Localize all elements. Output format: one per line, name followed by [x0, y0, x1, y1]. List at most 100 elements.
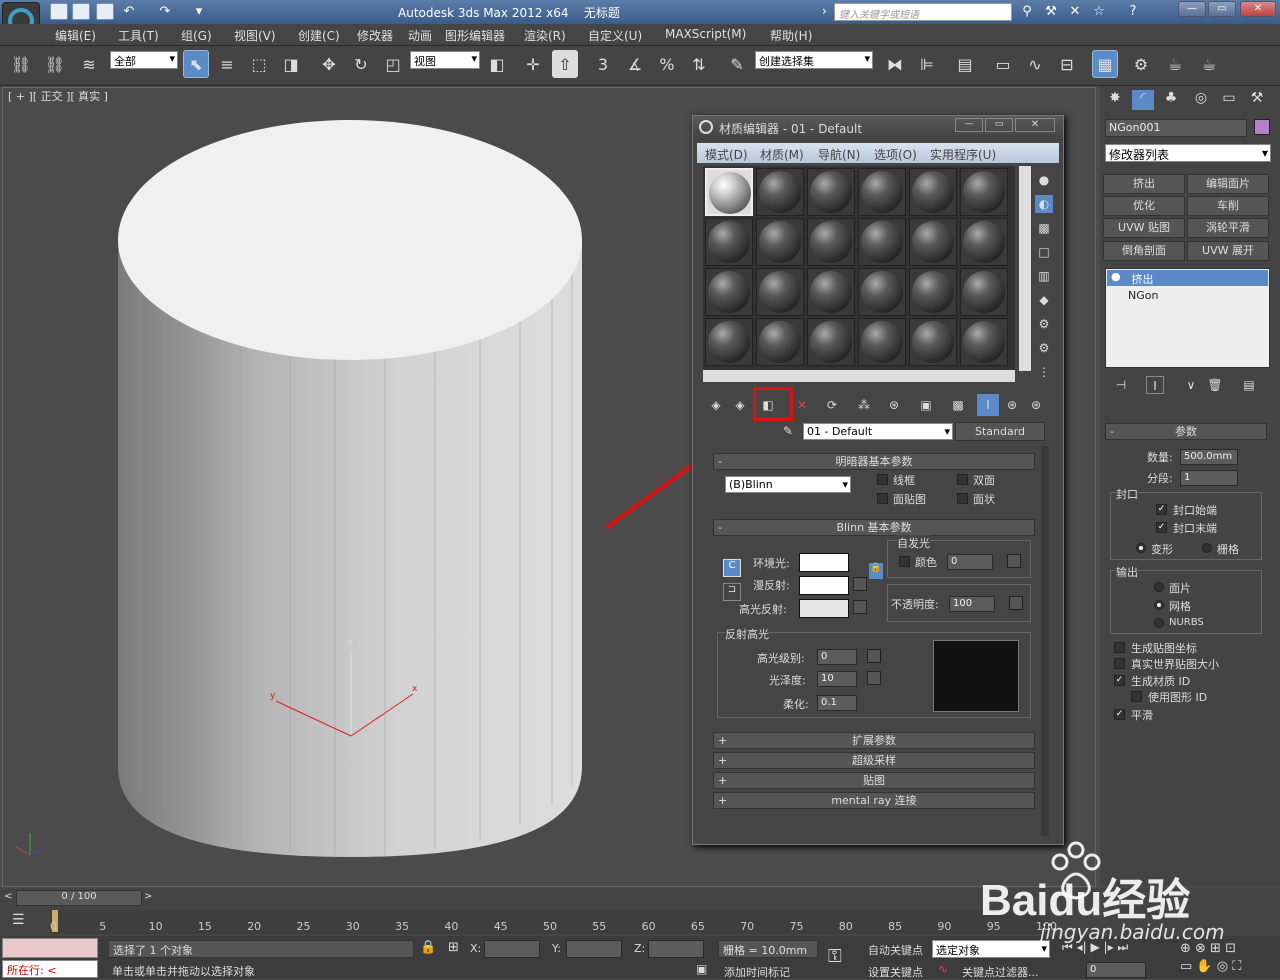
shader-type-select[interactable]: (B)Blinn ▾ [725, 476, 851, 493]
material-editor-icon[interactable]: ▦ [1092, 50, 1118, 78]
time-slider-next-icon[interactable]: > [144, 891, 154, 905]
maximize-button[interactable]: ▭ [1208, 1, 1236, 17]
modify-tab-icon[interactable]: ◜ [1132, 90, 1154, 110]
material-sample-slot[interactable] [807, 218, 855, 266]
morph-radio[interactable] [1136, 543, 1146, 553]
object-name-field[interactable]: NGon001 [1105, 119, 1247, 137]
select-by-material-icon[interactable]: ⚙ [1035, 339, 1053, 357]
z-coord-field[interactable] [648, 940, 704, 958]
search-input[interactable]: 键入关键字或短语 [834, 3, 1012, 21]
parameters-rollout-header[interactable]: - 参数 [1105, 423, 1267, 440]
menu-graph-editors[interactable]: 图形编辑器 [445, 27, 505, 44]
maps-rollout[interactable]: + 贴图 [713, 772, 1035, 789]
glossiness-spinner[interactable]: 10 [817, 671, 857, 687]
spinner-snap-icon[interactable]: ⇅ [686, 50, 712, 78]
time-tag-icon[interactable]: ▣ [696, 962, 714, 978]
go-to-parent-icon[interactable]: Ι [977, 394, 999, 416]
menu-rendering[interactable]: 渲染(R) [524, 27, 566, 44]
scale-icon[interactable]: ◰ [380, 50, 406, 78]
window-crossing-icon[interactable]: ◨ [278, 50, 304, 78]
pivot-center-icon[interactable]: ◧ [484, 50, 510, 78]
mental-ray-rollout[interactable]: + mental ray 连接 [713, 792, 1035, 809]
specular-color-swatch[interactable] [799, 599, 849, 618]
close-button[interactable]: ✕ [1240, 1, 1276, 17]
material-sample-slot[interactable] [960, 168, 1008, 216]
slots-hscrollbar[interactable] [703, 370, 1015, 382]
current-frame-field[interactable]: 0 [1086, 962, 1146, 978]
put-to-library-icon[interactable]: ⁂ [853, 394, 875, 416]
material-sample-slot[interactable] [909, 318, 957, 366]
cylinder-object[interactable] [118, 120, 582, 857]
select-by-name-icon[interactable]: ≡ [214, 50, 240, 78]
use-shape-id-checkbox[interactable] [1131, 691, 1142, 702]
me-menu-utilities[interactable]: 实用程序(U) [930, 146, 996, 163]
percent-snap-icon[interactable]: % [654, 50, 680, 78]
unlink-icon[interactable]: ⛓ [42, 50, 68, 78]
keyboard-shortcut-override-icon[interactable]: ⇧ [552, 50, 578, 78]
material-sample-slot[interactable] [960, 268, 1008, 316]
diffuse-color-swatch[interactable] [799, 576, 849, 595]
key-filter-icon[interactable]: ∿ [938, 962, 948, 976]
move-icon[interactable]: ✥ [316, 50, 342, 78]
set-key-button[interactable]: 设置关键点 [868, 964, 923, 980]
bevel-profile-button[interactable]: 倒角剖面 [1103, 241, 1185, 261]
configure-sets-icon[interactable]: ▤ [1240, 376, 1258, 394]
specular-map-button[interactable] [853, 600, 867, 614]
stack-item-ngon[interactable]: NGon [1128, 289, 1158, 302]
menu-maxscript[interactable]: MAXScript(M) [665, 27, 746, 41]
options-icon[interactable]: ⚙ [1035, 315, 1053, 333]
redo-icon[interactable]: ↷ [156, 4, 174, 20]
ambient-color-swatch[interactable] [799, 553, 849, 572]
material-sample-slot[interactable] [807, 268, 855, 316]
me-minimize-button[interactable]: — [955, 118, 983, 132]
me-menu-navigation[interactable]: 导航(N) [818, 146, 860, 163]
material-sample-slot[interactable] [756, 168, 804, 216]
x-coord-field[interactable] [484, 940, 540, 958]
menu-views[interactable]: 视图(V) [234, 27, 276, 44]
create-tab-icon[interactable]: ✸ [1104, 90, 1126, 110]
graphite-ribbon-icon[interactable]: ▭ [990, 50, 1016, 78]
material-type-button[interactable]: Standard [955, 422, 1045, 441]
absolute-mode-icon[interactable]: ⊞ [448, 940, 459, 955]
get-material-icon[interactable]: ◈ [705, 394, 727, 416]
shader-basic-rollout-header[interactable]: - 明暗器基本参数 [713, 453, 1035, 470]
material-sample-slot[interactable] [960, 218, 1008, 266]
menu-customize[interactable]: 自定义(U) [588, 27, 642, 44]
nurbs-radio[interactable] [1154, 618, 1164, 628]
add-time-tag-button[interactable]: 添加时间标记 [724, 964, 790, 980]
opacity-map-button[interactable] [1009, 596, 1023, 610]
show-end-result-icon[interactable]: Ι [1146, 376, 1164, 394]
grid-radio[interactable] [1202, 543, 1212, 553]
video-color-check-icon[interactable]: ▥ [1035, 267, 1053, 285]
unwrap-uvw-button[interactable]: UVW 展开 [1187, 241, 1269, 261]
object-color-swatch[interactable] [1254, 119, 1270, 135]
make-unique-icon[interactable]: ⟳ [821, 394, 843, 416]
cap-start-checkbox[interactable]: ✓ [1156, 504, 1167, 515]
menu-group[interactable]: 组(G) [181, 27, 212, 44]
material-map-navigator-icon[interactable]: ⋮ [1035, 363, 1053, 381]
optimize-button[interactable]: 优化 [1103, 196, 1185, 216]
material-sample-slot[interactable] [756, 268, 804, 316]
cap-end-checkbox[interactable]: ✓ [1156, 522, 1167, 533]
key-filters-button[interactable]: 关键点过滤器... [962, 964, 1039, 980]
uvw-map-button[interactable]: UVW 贴图 [1103, 218, 1185, 238]
angle-snap-icon[interactable]: ∡ [622, 50, 648, 78]
viewport-nav-controls[interactable]: ⊕ ⊗ ⊞ ⊡ ▭ ✋ ◎ ⛶ [1180, 940, 1276, 978]
select-object-icon[interactable]: ⬉ [183, 50, 209, 78]
modifier-list-select[interactable]: 修改器列表 ▾ [1105, 144, 1271, 162]
opacity-spinner[interactable]: 100 [949, 596, 995, 612]
mesh-radio[interactable] [1154, 600, 1164, 610]
render-production-icon[interactable]: ☕ [1196, 50, 1222, 78]
key-mode-select[interactable]: 选定对象 ▾ [932, 940, 1050, 958]
put-to-scene-icon[interactable]: ◈ [729, 394, 751, 416]
open-file-icon[interactable] [72, 3, 90, 20]
utilities-tab-icon[interactable]: ⚒ [1246, 90, 1268, 110]
set-key-icon[interactable]: ⚿ [828, 946, 842, 967]
material-sample-slot[interactable] [756, 218, 804, 266]
time-slider[interactable]: 0 / 100 [16, 890, 142, 906]
material-sample-slot[interactable] [960, 318, 1008, 366]
lathe-button[interactable]: 车削 [1187, 196, 1269, 216]
schematic-view-icon[interactable]: ⊟ [1054, 50, 1080, 78]
material-sample-slot[interactable] [858, 318, 906, 366]
select-manipulate-icon[interactable]: ✛ [520, 50, 546, 78]
